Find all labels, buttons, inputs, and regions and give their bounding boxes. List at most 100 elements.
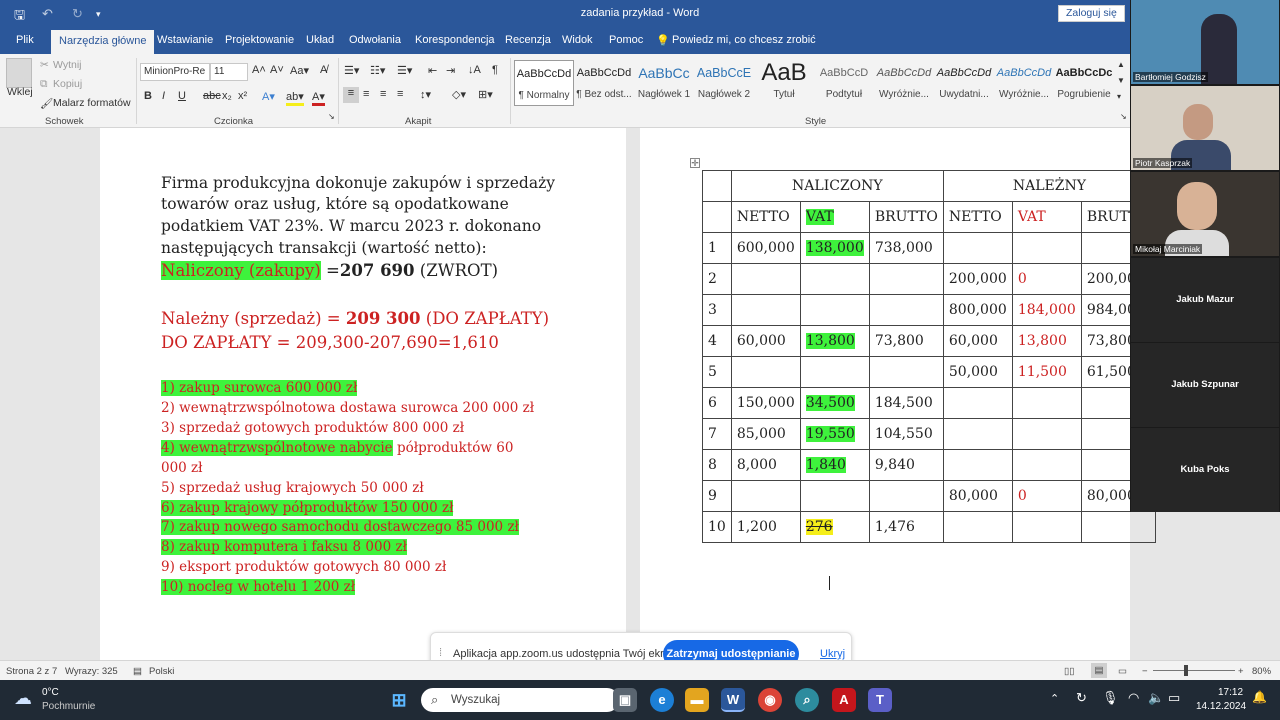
wifi-icon[interactable]: ◠: [1128, 690, 1139, 706]
tab-layout[interactable]: Układ: [306, 34, 334, 46]
hide-link[interactable]: Ukryj: [820, 648, 845, 660]
tab-design[interactable]: Projektowanie: [225, 34, 294, 46]
strikethrough-icon[interactable]: abc: [203, 90, 221, 102]
print-layout-icon[interactable]: ▤: [1091, 663, 1107, 678]
align-center-icon[interactable]: ≡: [363, 88, 369, 100]
zoom-out-icon[interactable]: −: [1142, 666, 1148, 677]
table-cell[interactable]: 800,000: [942, 294, 1013, 326]
microphone-icon[interactable]: 🎙: [1102, 690, 1119, 706]
table-cell[interactable]: 600,000: [730, 232, 801, 264]
cut-button[interactable]: Wytnij: [53, 59, 82, 71]
styles-scroll-down-icon[interactable]: ▼: [1117, 76, 1125, 85]
tell-me-search[interactable]: Powiedz mi, co chcesz zrobić: [672, 34, 816, 46]
table-cell[interactable]: 8: [702, 449, 732, 481]
style-heading-2[interactable]: AaBbCcE Nagłówek 2: [694, 60, 754, 106]
table-cell[interactable]: [730, 294, 801, 326]
table-cell[interactable]: 0: [1011, 480, 1082, 512]
web-layout-icon[interactable]: ▭: [1118, 666, 1127, 677]
zoom-in-icon[interactable]: +: [1238, 666, 1244, 677]
word-count[interactable]: Wyrazy: 325: [65, 666, 118, 677]
table-cell[interactable]: 13,800: [799, 325, 870, 357]
table-cell[interactable]: 184,000: [1011, 294, 1082, 326]
table-cell[interactable]: [868, 480, 944, 512]
participant-tile-video[interactable]: Mikołaj Marciniak: [1131, 172, 1279, 256]
line-spacing-icon[interactable]: ↕▾: [420, 88, 431, 101]
page-count[interactable]: Strona 2 z 7: [6, 666, 57, 677]
clock-date[interactable]: 14.12.2024: [1196, 701, 1246, 712]
tab-view[interactable]: Widok: [562, 34, 593, 46]
table-cell[interactable]: 6: [702, 387, 732, 419]
table-cell[interactable]: 73,800: [868, 325, 944, 357]
table-cell[interactable]: 1,476: [868, 511, 944, 543]
table-cell[interactable]: 1,840: [799, 449, 870, 481]
italic-icon[interactable]: I: [162, 90, 165, 102]
participant-tile[interactable]: Kuba Poks: [1131, 428, 1279, 512]
change-case-icon[interactable]: Aa▾: [290, 64, 309, 77]
highlight-icon[interactable]: ab▾: [286, 90, 304, 106]
style-strong[interactable]: AaBbCcDc Pogrubienie: [1054, 60, 1114, 106]
table-cell[interactable]: 1,200: [730, 511, 801, 543]
table-cell[interactable]: [1011, 449, 1082, 481]
style-no-spacing[interactable]: AaBbCcDd ¶ Bez odst...: [574, 60, 634, 106]
table-cell[interactable]: [730, 480, 801, 512]
table-cell[interactable]: 184,500: [868, 387, 944, 419]
table-cell[interactable]: [1011, 232, 1082, 264]
table-cell[interactable]: [942, 387, 1013, 419]
table-cell[interactable]: 9,840: [868, 449, 944, 481]
table-cell[interactable]: 0: [1011, 263, 1082, 295]
font-color-icon[interactable]: A▾: [312, 90, 325, 106]
style-subtitle[interactable]: AaBbCcD Podtytuł: [814, 60, 874, 106]
zoom-slider-track[interactable]: [1153, 670, 1235, 671]
align-left-icon[interactable]: ≡: [343, 87, 359, 103]
table-cell[interactable]: 80,000: [942, 480, 1013, 512]
table-cell[interactable]: 10: [702, 511, 732, 543]
clock-time[interactable]: 17:12: [1218, 687, 1243, 698]
table-cell[interactable]: 200,000: [942, 263, 1013, 295]
edge-icon[interactable]: e: [650, 688, 674, 712]
multilevel-list-icon[interactable]: ☰▾: [397, 64, 412, 77]
page-left[interactable]: Firma produkcyjna dokonuje zakupów i spr…: [100, 128, 626, 660]
acrobat-icon[interactable]: A: [832, 688, 856, 712]
table-cell[interactable]: 138,000: [799, 232, 870, 264]
table-cell[interactable]: 60,000: [730, 325, 801, 357]
taskbar-search[interactable]: ⌕ Wyszukaj: [421, 688, 619, 712]
table-cell[interactable]: [730, 263, 801, 295]
decrease-indent-icon[interactable]: ⇤: [428, 64, 437, 77]
participant-tile-video[interactable]: Bartłomiej Godzisz: [1131, 0, 1279, 84]
windows-start-icon[interactable]: ⊞: [387, 688, 411, 712]
table-cell[interactable]: 7: [702, 418, 732, 450]
sort-icon[interactable]: ↓A: [468, 64, 481, 76]
tab-help[interactable]: Pomoc: [609, 34, 643, 46]
table-cell[interactable]: 60,000: [942, 325, 1013, 357]
table-cell[interactable]: 1: [702, 232, 732, 264]
table-cell[interactable]: 11,500: [1011, 356, 1082, 388]
table-cell[interactable]: [942, 449, 1013, 481]
language[interactable]: Polski: [149, 666, 174, 677]
table-cell[interactable]: 19,550: [799, 418, 870, 450]
weather-text[interactable]: Pochmurnie: [42, 701, 95, 712]
participant-tile-video[interactable]: Piotr Kasprzak: [1131, 86, 1279, 170]
participant-tile[interactable]: Jakub Mazur: [1131, 258, 1279, 342]
file-explorer-icon[interactable]: ▬: [685, 688, 709, 712]
tab-mailings[interactable]: Korespondencja: [415, 34, 495, 46]
word-icon[interactable]: W: [721, 688, 745, 712]
styles-more-icon[interactable]: ▾: [1117, 92, 1121, 101]
align-right-icon[interactable]: ≡: [380, 88, 386, 100]
table-cell[interactable]: [868, 263, 944, 295]
table-cell[interactable]: [1080, 511, 1156, 543]
speaker-icon[interactable]: 🔈: [1148, 690, 1164, 706]
format-painter-button[interactable]: Malarz formatów: [53, 97, 131, 109]
text-effects-icon[interactable]: A▾: [262, 90, 275, 103]
table-cell[interactable]: [942, 511, 1013, 543]
grow-font-icon[interactable]: A˄: [252, 64, 266, 76]
style-intense-emphasis[interactable]: AaBbCcDd Wyróżnie...: [994, 60, 1054, 106]
table-cell[interactable]: [1011, 418, 1082, 450]
signin-button[interactable]: Zaloguj się: [1058, 5, 1125, 22]
paste-button[interactable]: Wklej: [7, 86, 33, 98]
subscript-icon[interactable]: x₂: [222, 90, 232, 102]
style-subtle-emphasis[interactable]: AaBbCcDd Wyróżnie...: [874, 60, 934, 106]
underline-icon[interactable]: U: [178, 90, 186, 102]
table-cell[interactable]: 104,550: [868, 418, 944, 450]
table-cell[interactable]: 85,000: [730, 418, 801, 450]
drag-handle-icon[interactable]: ⁞: [439, 647, 442, 659]
